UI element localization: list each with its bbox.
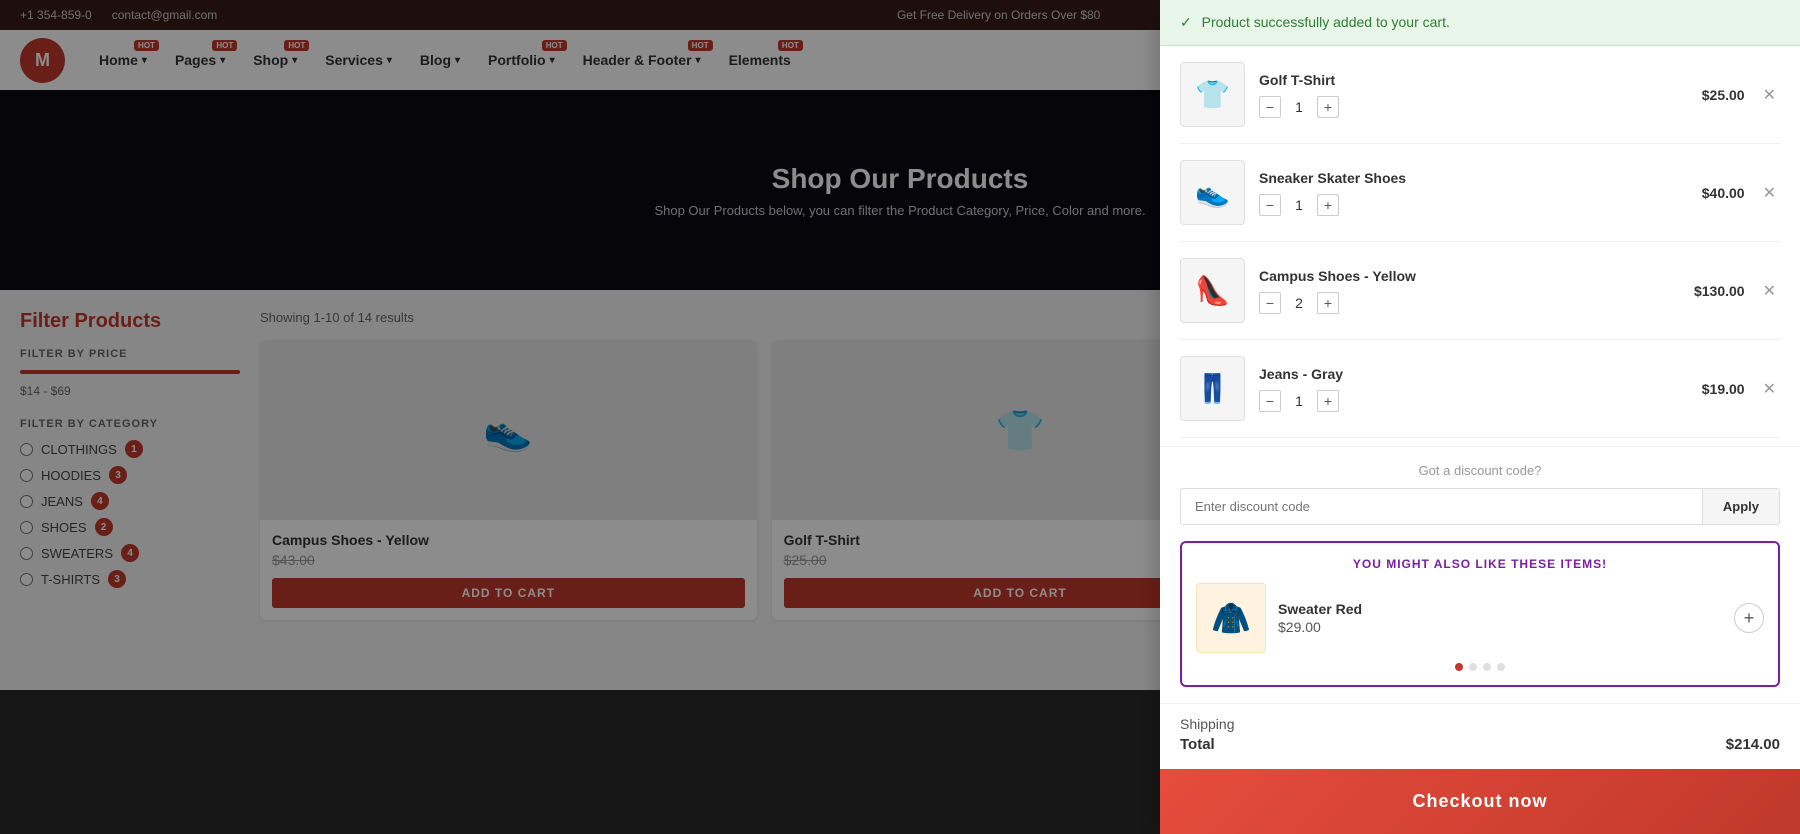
- upsell-title: YOU MIGHT ALSO LIKE THESE ITEMS!: [1196, 557, 1764, 571]
- cart-totals: Shipping Total $214.00: [1160, 703, 1800, 769]
- background-overlay: [0, 0, 1160, 834]
- upsell-dot-4[interactable]: [1497, 663, 1505, 671]
- cart-item-campus-shoes: 👠 Campus Shoes - Yellow − 2 + $130.00 ✕: [1180, 242, 1780, 340]
- cart-item-jeans-gray: 👖 Jeans - Gray − 1 + $19.00 ✕: [1180, 340, 1780, 438]
- qty-increase-golf-tshirt[interactable]: +: [1317, 96, 1339, 118]
- upsell-dot-3[interactable]: [1483, 663, 1491, 671]
- shipping-label: Shipping: [1180, 716, 1235, 732]
- upsell-dots: [1196, 663, 1764, 671]
- cart-item-qty-jeans-gray: − 1 +: [1259, 390, 1688, 412]
- qty-value-jeans-gray: 1: [1291, 393, 1307, 409]
- cart-item-price-campus-shoes: $130.00: [1694, 283, 1745, 299]
- qty-decrease-jeans-gray[interactable]: −: [1259, 390, 1281, 412]
- remove-item-campus-shoes[interactable]: ✕: [1759, 281, 1780, 301]
- cart-item-name-jeans-gray: Jeans - Gray: [1259, 366, 1688, 382]
- cart-items-list: 👕 Golf T-Shirt − 1 + $25.00 ✕ 👟 Sneaker …: [1160, 46, 1800, 446]
- success-message: Product successfully added to your cart.: [1202, 14, 1450, 30]
- qty-decrease-campus-shoes[interactable]: −: [1259, 292, 1281, 314]
- cart-item-image-jeans-gray: 👖: [1180, 356, 1245, 421]
- cart-item-price-jeans-gray: $19.00: [1702, 381, 1745, 397]
- shipping-row: Shipping: [1180, 716, 1780, 732]
- qty-increase-campus-shoes[interactable]: +: [1317, 292, 1339, 314]
- cart-item-image-golf-tshirt: 👕: [1180, 62, 1245, 127]
- cart-success-banner: ✓ Product successfully added to your car…: [1160, 0, 1800, 46]
- total-value: $214.00: [1726, 736, 1780, 753]
- cart-item-golf-tshirt: 👕 Golf T-Shirt − 1 + $25.00 ✕: [1180, 46, 1780, 144]
- qty-decrease-sneaker-skater[interactable]: −: [1259, 194, 1281, 216]
- qty-value-campus-shoes: 2: [1291, 295, 1307, 311]
- qty-increase-jeans-gray[interactable]: +: [1317, 390, 1339, 412]
- cart-item-image-sneaker-skater: 👟: [1180, 160, 1245, 225]
- cart-item-qty-campus-shoes: − 2 +: [1259, 292, 1680, 314]
- upsell-item-image: 🧥: [1196, 583, 1266, 653]
- discount-section: Got a discount code? Apply: [1160, 446, 1800, 541]
- cart-item-image-campus-shoes: 👠: [1180, 258, 1245, 323]
- qty-value-golf-tshirt: 1: [1291, 99, 1307, 115]
- cart-item-price-golf-tshirt: $25.00: [1702, 87, 1745, 103]
- upsell-item-name: Sweater Red: [1278, 601, 1362, 617]
- total-row: Total $214.00: [1180, 736, 1780, 753]
- upsell-dot-1[interactable]: [1455, 663, 1463, 671]
- upsell-item: 🧥 Sweater Red $29.00 +: [1196, 583, 1764, 653]
- qty-decrease-golf-tshirt[interactable]: −: [1259, 96, 1281, 118]
- apply-discount-button[interactable]: Apply: [1703, 488, 1780, 525]
- cart-panel: ✓ Product successfully added to your car…: [1160, 0, 1800, 834]
- remove-item-jeans-gray[interactable]: ✕: [1759, 379, 1780, 399]
- remove-item-golf-tshirt[interactable]: ✕: [1759, 85, 1780, 105]
- qty-value-sneaker-skater: 1: [1291, 197, 1307, 213]
- total-label: Total: [1180, 736, 1215, 753]
- success-icon: ✓: [1180, 14, 1192, 30]
- cart-item-qty-golf-tshirt: − 1 +: [1259, 96, 1688, 118]
- upsell-add-button[interactable]: +: [1734, 603, 1764, 633]
- cart-item-sneaker-skater: 👟 Sneaker Skater Shoes − 1 + $40.00 ✕: [1180, 144, 1780, 242]
- upsell-section: YOU MIGHT ALSO LIKE THESE ITEMS! 🧥 Sweat…: [1180, 541, 1780, 687]
- checkout-button[interactable]: Checkout now: [1160, 769, 1800, 834]
- upsell-dot-2[interactable]: [1469, 663, 1477, 671]
- cart-item-name-sneaker-skater: Sneaker Skater Shoes: [1259, 170, 1688, 186]
- cart-item-qty-sneaker-skater: − 1 +: [1259, 194, 1688, 216]
- qty-increase-sneaker-skater[interactable]: +: [1317, 194, 1339, 216]
- cart-item-name-campus-shoes: Campus Shoes - Yellow: [1259, 268, 1680, 284]
- discount-code-input[interactable]: [1180, 488, 1703, 525]
- remove-item-sneaker-skater[interactable]: ✕: [1759, 183, 1780, 203]
- discount-input-row: Apply: [1180, 488, 1780, 525]
- upsell-item-price: $29.00: [1278, 619, 1362, 635]
- discount-label: Got a discount code?: [1180, 463, 1780, 478]
- cart-item-name-golf-tshirt: Golf T-Shirt: [1259, 72, 1688, 88]
- cart-item-price-sneaker-skater: $40.00: [1702, 185, 1745, 201]
